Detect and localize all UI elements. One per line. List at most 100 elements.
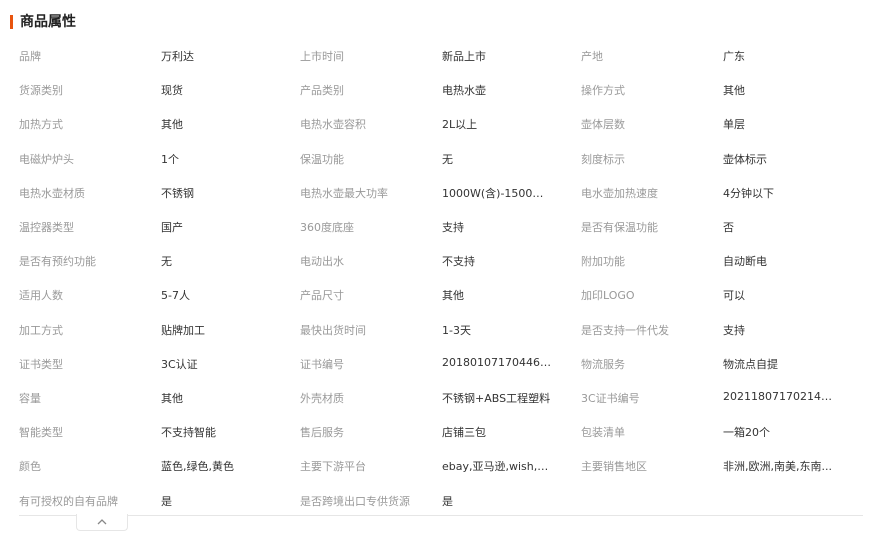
attribute-value: 4分钟以下	[723, 186, 774, 200]
attribute-cell: 品牌 万利达	[19, 48, 300, 64]
attribute-cell: 主要下游平台 ebay,亚马逊,wish,速...	[300, 458, 581, 474]
attribute-label: 产品尺寸	[300, 289, 344, 303]
attribute-cell: 加印LOGO 可以	[581, 287, 862, 303]
attribute-cell: 适用人数 5-7人	[19, 287, 300, 303]
attribute-value: 电热水壶	[442, 84, 486, 98]
section-title: 商品属性	[20, 14, 76, 30]
attribute-label: 温控器类型	[19, 221, 74, 235]
attribute-label: 售后服务	[300, 426, 344, 440]
attribute-cell: 保温功能 无	[300, 151, 581, 167]
attribute-cell: 壶体层数 单层	[581, 116, 862, 132]
attribute-value: 不支持	[442, 255, 475, 269]
attribute-cell: 外壳材质 不锈钢+ABS工程塑料	[300, 390, 581, 406]
attribute-cell: 物流服务 物流点自提	[581, 356, 862, 372]
attribute-cell: 包装清单 一箱20个	[581, 424, 862, 440]
attribute-label: 产地	[581, 50, 603, 64]
attribute-row: 品牌 万利达 上市时间 新品上市 产地 广东	[19, 39, 863, 73]
attribute-row: 加热方式 其他 电热水壶容积 2L以上 壶体层数 单层	[19, 107, 863, 141]
attribute-label: 3C证书编号	[581, 391, 640, 405]
attribute-label: 电水壶加热速度	[581, 186, 658, 200]
attribute-label: 证书编号	[300, 357, 344, 371]
attribute-value: 是	[161, 494, 172, 508]
attribute-value: 其他	[723, 84, 745, 98]
attribute-label: 电热水壶容积	[300, 118, 366, 132]
attribute-label: 上市时间	[300, 50, 344, 64]
attribute-cell: 电动出水 不支持	[300, 253, 581, 269]
attribute-label: 电动出水	[300, 255, 344, 269]
attribute-row: 适用人数 5-7人 产品尺寸 其他 加印LOGO 可以	[19, 278, 863, 312]
attribute-cell: 电热水壶容积 2L以上	[300, 116, 581, 132]
attribute-cell: 颜色 蓝色,绿色,黄色	[19, 458, 300, 474]
attribute-cell: 电磁炉炉头 1个	[19, 151, 300, 167]
attribute-row: 证书类型 3C认证 证书编号 2018010717044634 物流服务 物流点自提	[19, 347, 863, 381]
attribute-cell: 容量 其他	[19, 390, 300, 406]
attribute-cell: 电水壶加热速度 4分钟以下	[581, 185, 862, 201]
attribute-row: 电热水壶材质 不锈钢 电热水壶最大功率 1000W(含)-1500W(... 电水壶加热…	[19, 176, 863, 210]
attribute-cell: 电热水壶最大功率 1000W(含)-1500W(...	[300, 185, 581, 201]
attribute-value: 可以	[723, 289, 745, 303]
attribute-value: 2018010717044634	[442, 355, 552, 369]
attribute-value: ebay,亚马逊,wish,速...	[442, 460, 552, 474]
attribute-label: 电热水壶材质	[19, 186, 85, 200]
attribute-cell: 最快出货时间 1-3天	[300, 322, 581, 338]
attribute-cell: 电热水壶材质 不锈钢	[19, 185, 300, 201]
attribute-label: 刻度标示	[581, 152, 625, 166]
attribute-value: 非洲,欧洲,南美,东南...	[723, 460, 832, 474]
attribute-cell: 附加功能 自动断电	[581, 253, 862, 269]
attribute-value: 单层	[723, 118, 745, 132]
attribute-value: 1-3天	[442, 323, 471, 337]
attribute-value: 一箱20个	[723, 426, 770, 440]
attribute-cell: 加工方式 贴牌加工	[19, 322, 300, 338]
attribute-row: 电磁炉炉头 1个 保温功能 无 刻度标示 壶体标示	[19, 142, 863, 176]
attribute-label: 物流服务	[581, 357, 625, 371]
attribute-cell: 证书类型 3C认证	[19, 356, 300, 372]
attribute-row: 智能类型 不支持智能 售后服务 店铺三包 包装清单 一箱20个	[19, 415, 863, 449]
attribute-label: 主要销售地区	[581, 460, 647, 474]
attribute-value: 其他	[161, 391, 183, 405]
attribute-cell: 操作方式 其他	[581, 82, 862, 98]
attribute-value: 其他	[161, 118, 183, 132]
attribute-label: 适用人数	[19, 289, 63, 303]
attribute-value: 3C认证	[161, 357, 198, 371]
attribute-label: 外壳材质	[300, 391, 344, 405]
attribute-value: 不锈钢+ABS工程塑料	[442, 391, 551, 405]
attribute-label: 360度底座	[300, 221, 354, 235]
attribute-value: 贴牌加工	[161, 323, 205, 337]
attribute-label: 颜色	[19, 460, 41, 474]
attribute-cell: 是否有预约功能 无	[19, 253, 300, 269]
attribute-cell: 是否跨境出口专供货源 是	[300, 493, 581, 509]
attribute-cell: 有可授权的自有品牌 是	[19, 493, 300, 509]
attribute-row: 颜色 蓝色,绿色,黄色 主要下游平台 ebay,亚马逊,wish,速... 主要销售地区…	[19, 449, 863, 483]
attribute-value: 新品上市	[442, 50, 486, 64]
attribute-label: 最快出货时间	[300, 323, 366, 337]
attribute-value: 自动断电	[723, 255, 767, 269]
attribute-label: 包装清单	[581, 426, 625, 440]
attribute-value: 不锈钢	[161, 186, 194, 200]
attribute-cell: 3C证书编号 2021180717021435	[581, 390, 862, 406]
attribute-label: 证书类型	[19, 357, 63, 371]
attribute-cell: 刻度标示 壶体标示	[581, 151, 862, 167]
attribute-label: 有可授权的自有品牌	[19, 494, 118, 508]
attribute-value: 无	[442, 152, 453, 166]
attribute-cell: 加热方式 其他	[19, 116, 300, 132]
attribute-label: 电热水壶最大功率	[300, 186, 388, 200]
attribute-row: 货源类别 现货 产品类别 电热水壶 操作方式 其他	[19, 73, 863, 107]
attribute-label: 主要下游平台	[300, 460, 366, 474]
attribute-value: 2L以上	[442, 118, 478, 132]
attribute-cell: 货源类别 现货	[19, 82, 300, 98]
attribute-cell: 产品尺寸 其他	[300, 287, 581, 303]
attribute-label: 电磁炉炉头	[19, 152, 74, 166]
attribute-cell: 主要销售地区 非洲,欧洲,南美,东南...	[581, 458, 862, 474]
attribute-cell: 售后服务 店铺三包	[300, 424, 581, 440]
attribute-value: 支持	[442, 221, 464, 235]
section-header: 商品属性	[10, 13, 76, 31]
attribute-cell: 智能类型 不支持智能	[19, 424, 300, 440]
attribute-value: 店铺三包	[442, 426, 486, 440]
attribute-value: 是	[442, 494, 453, 508]
attribute-cell: 产地 广东	[581, 48, 862, 64]
attribute-label: 附加功能	[581, 255, 625, 269]
collapse-button[interactable]	[76, 514, 128, 531]
section-accent-bar	[10, 15, 13, 29]
attribute-label: 操作方式	[581, 84, 625, 98]
attribute-row: 加工方式 贴牌加工 最快出货时间 1-3天 是否支持一件代发 支持	[19, 313, 863, 347]
